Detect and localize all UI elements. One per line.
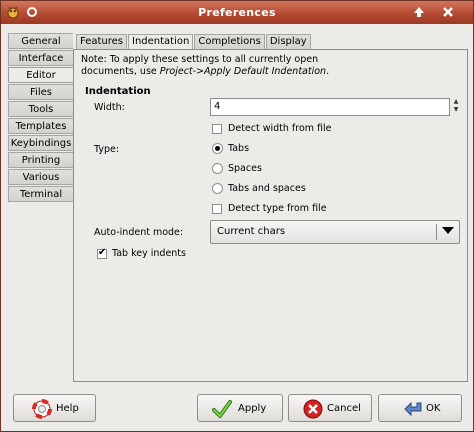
width-label: Width: [94,102,125,113]
note-line-2: documents, use Project->Apply Default In… [81,66,461,78]
detect-width-label[interactable]: Detect width from file [228,123,332,134]
detect-type-label[interactable]: Detect type from file [228,203,327,214]
window-title: Preferences [198,6,276,19]
sidebar-item-templates[interactable]: Templates [8,118,73,134]
sidebar-item-terminal[interactable]: Terminal [8,186,73,202]
width-spin-input[interactable]: 4 [210,98,450,116]
chevron-down-icon[interactable] [442,227,454,234]
type-label: Type: [94,144,120,155]
indentation-note: Note: To apply these settings to all cur… [81,54,461,78]
note-line-1: Note: To apply these settings to all cur… [81,54,319,65]
sidebar-item-various[interactable]: Various [8,169,73,185]
cancel-icon [303,399,323,419]
width-stepper[interactable]: ▲ ▼ [452,98,460,116]
editor-tabs: Features Indentation Completions Display [76,34,312,50]
sidebar-item-general[interactable]: General [8,33,73,49]
note-line-2-suffix: . [326,66,330,77]
cancel-label: Cancel [327,403,361,414]
ok-label: OK [426,403,441,414]
indentation-heading: Indentation [85,86,151,97]
tab-indentation[interactable]: Indentation [128,34,194,50]
tab-features[interactable]: Features [76,34,127,49]
auto-indent-value: Current chars [217,226,286,237]
tab-completions[interactable]: Completions [194,34,265,49]
lifebuoy-icon [32,399,52,419]
preferences-window: Preferences General Interface Editor Fil… [0,0,474,432]
ok-button[interactable]: OK [378,394,462,422]
apply-label: Apply [238,403,267,414]
maximize-arrow-icon[interactable] [412,5,426,19]
tab-display[interactable]: Display [265,34,311,49]
type-radio-tabs-and-spaces[interactable] [212,183,223,194]
sidebar-item-interface[interactable]: Interface [8,50,73,66]
title-bar[interactable]: Preferences [1,1,473,24]
detect-width-checkbox[interactable] [212,124,222,134]
sidebar-item-keybindings[interactable]: Keybindings [8,135,73,151]
type-radio-spaces[interactable] [212,163,223,174]
combo-separator [436,224,437,240]
apply-button[interactable]: Apply [197,394,283,422]
type-option-tabs-and-spaces[interactable]: Tabs and spaces [228,183,306,194]
type-radio-tabs[interactable] [212,143,223,154]
sidebar-item-printing[interactable]: Printing [8,152,73,168]
close-icon[interactable] [441,5,455,19]
type-option-tabs[interactable]: Tabs [228,143,249,154]
sidebar-item-tools[interactable]: Tools [8,101,73,117]
auto-indent-combobox[interactable]: Current chars [210,220,460,244]
detect-type-checkbox[interactable] [212,204,222,214]
preferences-sidebar: General Interface Editor Files Tools Tem… [8,33,73,203]
sidebar-item-files[interactable]: Files [8,84,73,100]
help-button[interactable]: Help [13,394,96,422]
type-option-spaces[interactable]: Spaces [228,163,262,174]
help-label: Help [56,403,79,414]
note-line-2-prefix: documents, use [81,66,160,77]
tab-key-indents-label[interactable]: Tab key indents [112,248,186,259]
auto-indent-label: Auto-indent mode: [94,227,184,238]
sidebar-item-editor[interactable]: Editor [8,67,73,83]
checkmark-icon [212,399,232,419]
ok-arrow-icon [403,399,423,419]
note-menu-path: Project->Apply Default Indentation [159,66,327,77]
cancel-button[interactable]: Cancel [288,394,372,422]
tab-key-indents-checkbox[interactable] [97,247,107,259]
